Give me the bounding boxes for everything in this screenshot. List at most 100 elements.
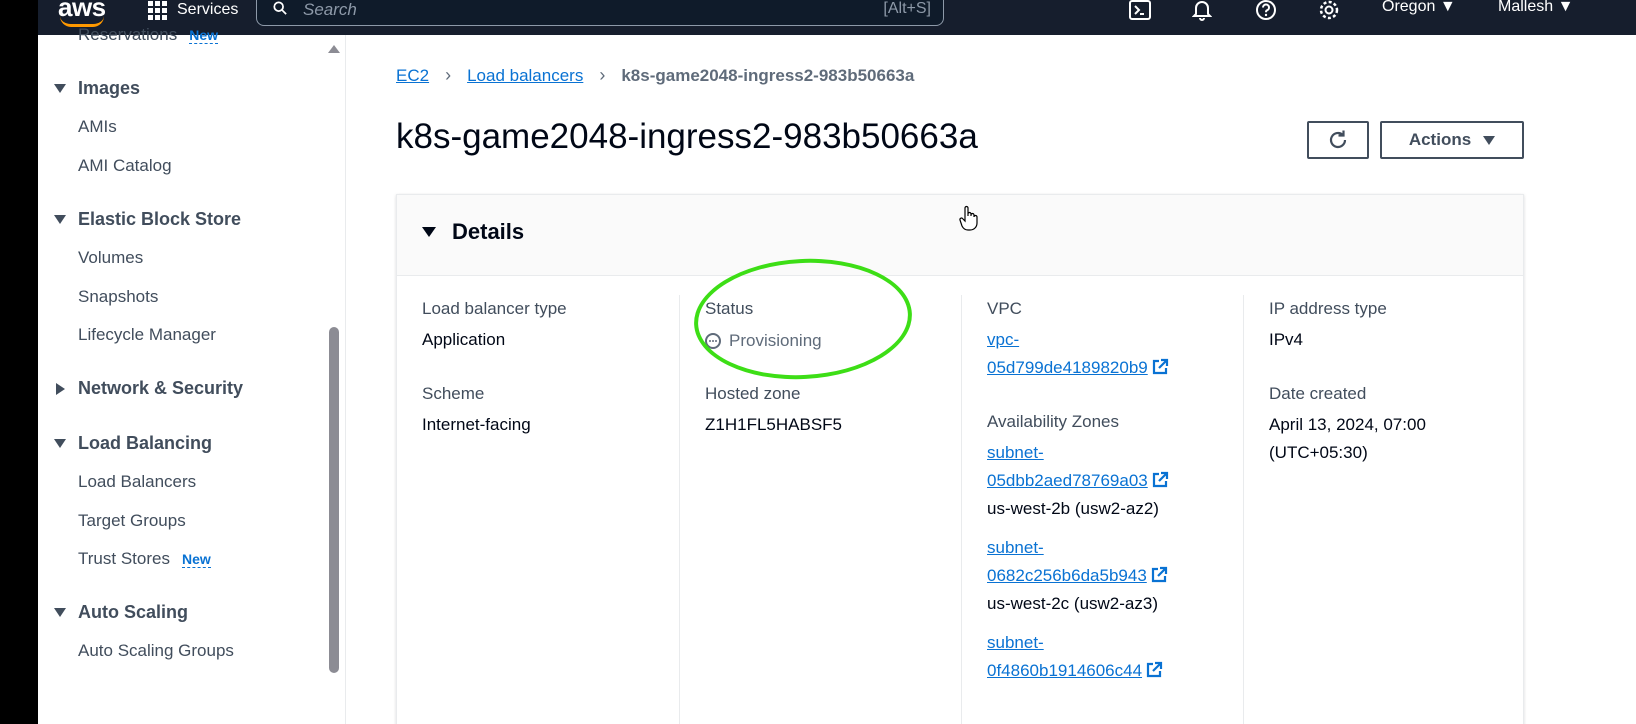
sidebar-item-label: Lifecycle Manager	[78, 325, 216, 344]
help-icon[interactable]	[1254, 0, 1278, 22]
caret-right-icon	[56, 382, 65, 395]
subnet-link-line1: subnet-	[987, 538, 1044, 557]
caret-down-icon	[54, 84, 66, 93]
subnet-link-line1: subnet-	[987, 633, 1044, 652]
chevron-right-icon: ›	[599, 65, 606, 85]
sidebar-item-label: AMI Catalog	[78, 156, 172, 175]
sidebar-item-label: Target Groups	[78, 511, 186, 530]
sidebar-item-target-groups[interactable]: Target Groups	[78, 511, 186, 531]
search-shortcut-hint: [Alt+S]	[883, 0, 931, 17]
sidebar-item-label: Volumes	[78, 248, 144, 267]
details-toggle[interactable]: Details	[422, 219, 524, 245]
app-window: aws Services Search [Alt+S] Oregon ▼ Mal…	[38, 0, 1636, 724]
new-badge: New	[189, 26, 219, 44]
sidebar-item-ami-catalog[interactable]: AMI Catalog	[78, 156, 172, 176]
sidebar-item-amis[interactable]: AMIs	[78, 117, 117, 137]
sidebar-section-label: Images	[78, 78, 141, 98]
sidebar-section-network-security[interactable]: Network & Security	[54, 378, 243, 399]
sidebar-section-label: Load Balancing	[78, 433, 213, 453]
services-menu-button[interactable]: Services	[148, 0, 238, 20]
sidebar-item-label: Trust Stores	[78, 549, 170, 568]
subnet-link-line2: 0682c256b6da5b943	[987, 566, 1147, 585]
date-created-line1: April 13, 2024, 07:00	[1269, 415, 1426, 434]
vpc-link-line2: 05d799de4189820b9	[987, 358, 1148, 377]
vpc-link[interactable]: vpc- 05d799de4189820b9	[987, 326, 1169, 382]
vpc-link-line1: vpc-	[987, 330, 1020, 349]
breadcrumb-ec2-link[interactable]: EC2	[396, 66, 429, 86]
caret-down-icon	[1483, 135, 1496, 145]
search-icon	[273, 1, 287, 15]
notifications-bell-icon[interactable]	[1190, 0, 1214, 22]
subnet-link[interactable]: subnet- 05dbb2aed78769a03	[987, 439, 1169, 495]
sidebar-item-label: Snapshots	[78, 287, 159, 306]
search-placeholder: Search	[303, 0, 357, 19]
account-menu[interactable]: Mallesh ▼	[1498, 0, 1573, 16]
sidebar-scrollbar-thumb[interactable]	[329, 327, 339, 673]
scroll-up-arrow-icon[interactable]	[328, 45, 340, 53]
hosted-zone-value: Z1H1FL5HABSF5	[705, 415, 842, 434]
sidebar-item-label: AMIs	[78, 117, 117, 136]
vpc-label: VPC	[987, 299, 1022, 318]
sidebar-section-images[interactable]: Images	[54, 78, 140, 99]
date-created-label: Date created	[1269, 384, 1367, 403]
caret-down-icon	[54, 608, 66, 617]
breadcrumb-current: k8s-game2048-ingress2-983b50663a	[621, 65, 915, 85]
sidebar-navigation: Reservations New Images AMIs AMI Catalog…	[38, 25, 346, 724]
subnet-link-line1: subnet-	[987, 443, 1044, 462]
sidebar-item-label: Auto Scaling Groups	[78, 641, 234, 660]
hosted-zone-label: Hosted zone	[705, 384, 801, 403]
new-badge: New	[181, 550, 211, 568]
actions-label: Actions	[1408, 130, 1472, 149]
refresh-icon	[1329, 130, 1347, 149]
external-link-icon	[1151, 566, 1167, 583]
chevron-right-icon: ›	[445, 65, 452, 85]
sidebar-item-snapshots[interactable]: Snapshots	[78, 287, 158, 307]
sidebar-item-auto-scaling-groups[interactable]: Auto Scaling Groups	[78, 641, 234, 661]
column-divider	[961, 295, 962, 724]
subnet-link-line2: 0f4860b1914606c44	[987, 661, 1143, 680]
lb-type-label: Load balancer type	[422, 299, 567, 318]
subnet-link[interactable]: subnet- 0682c256b6da5b943	[987, 534, 1168, 590]
sidebar-section-load-balancing[interactable]: Load Balancing	[54, 433, 212, 454]
cloudshell-icon[interactable]	[1128, 0, 1152, 22]
sidebar-item-trust-stores[interactable]: Trust Stores New	[78, 549, 211, 569]
services-label: Services	[177, 1, 239, 18]
subnet-link[interactable]: subnet- 0f4860b1914606c44	[987, 629, 1163, 685]
details-title: Details	[452, 219, 525, 244]
actions-dropdown-button[interactable]: Actions	[1380, 121, 1524, 159]
sidebar-section-elastic-block-store[interactable]: Elastic Block Store	[54, 209, 241, 230]
column-divider	[1243, 295, 1244, 724]
hand-cursor-icon	[959, 205, 978, 231]
search-input[interactable]: Search [Alt+S]	[256, 0, 944, 26]
sidebar-section-label: Elastic Block Store	[78, 209, 242, 229]
main-content: EC2 › Load balancers › k8s-game2048-ingr…	[346, 35, 1636, 724]
sidebar-section-label: Network & Security	[78, 378, 244, 398]
scheme-value: Internet-facing	[422, 415, 531, 434]
sidebar-item-label: Load Balancers	[78, 472, 197, 491]
subnet-zone: us-west-2c (usw2-az3)	[987, 594, 1158, 613]
page-title: k8s-game2048-ingress2-983b50663a	[396, 117, 978, 156]
ip-address-type-label: IP address type	[1269, 299, 1387, 318]
caret-down-icon	[54, 439, 66, 448]
breadcrumb-load-balancers-link[interactable]: Load balancers	[467, 66, 583, 86]
caret-down-icon	[54, 215, 66, 224]
sidebar-item-load-balancers[interactable]: Load Balancers	[78, 472, 196, 492]
sidebar-item-label: Reservations	[78, 25, 178, 44]
settings-gear-icon[interactable]	[1317, 0, 1341, 22]
sidebar-item-reservations[interactable]: Reservations New	[78, 25, 219, 45]
external-link-icon	[1152, 358, 1168, 375]
ip-address-type-value: IPv4	[1269, 330, 1304, 349]
lb-type-value: Application	[422, 330, 506, 349]
scheme-label: Scheme	[422, 384, 485, 403]
subnet-zone: us-west-2b (usw2-az2)	[987, 499, 1159, 518]
sidebar-item-lifecycle-manager[interactable]: Lifecycle Manager	[78, 325, 216, 345]
external-link-icon	[1146, 661, 1163, 678]
refresh-button[interactable]	[1307, 121, 1369, 159]
external-link-icon	[1152, 471, 1168, 488]
subnet-link-line2: 05dbb2aed78769a03	[987, 471, 1148, 490]
grid-icon	[148, 0, 167, 20]
sidebar-item-volumes[interactable]: Volumes	[78, 248, 143, 268]
caret-down-icon	[422, 227, 436, 237]
sidebar-section-auto-scaling[interactable]: Auto Scaling	[54, 602, 188, 623]
region-selector[interactable]: Oregon ▼	[1382, 0, 1456, 16]
